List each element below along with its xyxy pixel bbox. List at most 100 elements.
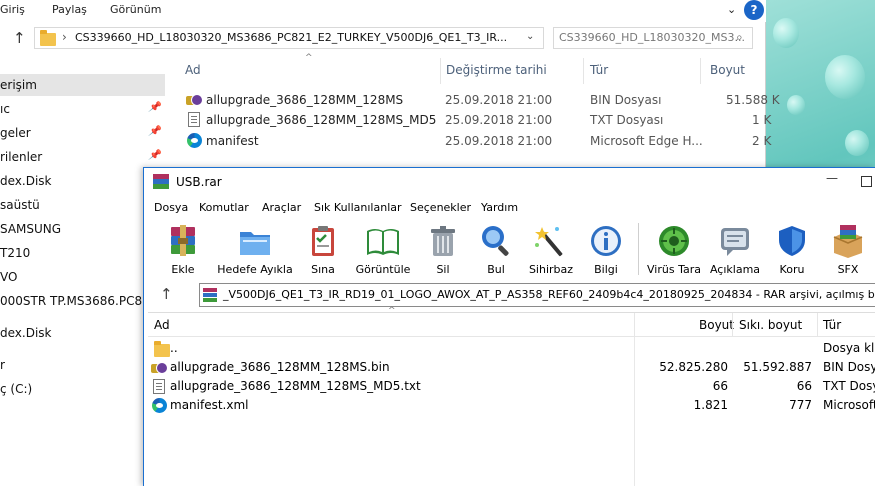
view-button[interactable]: Görüntüle — [350, 219, 416, 279]
wizard-wand-icon — [535, 227, 563, 257]
column-header-row: Ad Boyut Sıkı. boyut Tür — [148, 313, 875, 337]
column-header-name[interactable]: Ad — [154, 318, 170, 332]
menu-options[interactable]: Seçenekler — [410, 201, 471, 214]
column-header-name[interactable]: Ad — [185, 63, 201, 77]
column-header-date[interactable]: Değiştirme tarihi — [446, 63, 547, 77]
sfx-button[interactable]: SFX — [826, 219, 870, 279]
file-name: manifest — [206, 134, 259, 148]
entry-size: 1.821 — [693, 398, 728, 412]
archive-row[interactable]: allupgrade_3686_128MM_128MS.bin 52.825.2… — [148, 358, 875, 377]
nav-item[interactable]: dex.Disk — [0, 170, 165, 192]
tab-view[interactable]: Görünüm — [110, 3, 161, 16]
column-header-type[interactable]: Tür — [823, 318, 841, 332]
comment-button[interactable]: Açıklama — [707, 219, 763, 279]
nav-item[interactable]: saüstü — [0, 194, 165, 216]
wizard-button[interactable]: Sihirbaz — [525, 219, 577, 279]
nav-item[interactable]: ıc 📌 — [0, 98, 165, 120]
tab-share[interactable]: Paylaş — [52, 3, 87, 16]
file-name: allupgrade_3686_128MM_128MS — [206, 93, 404, 107]
edge-icon — [152, 398, 167, 413]
archive-row[interactable]: manifest.xml 1.821 777 Microsoft — [148, 396, 875, 415]
test-button[interactable]: Sına — [303, 219, 343, 279]
file-name: allupgrade_3686_128MM_128MS_MD5 — [206, 113, 437, 127]
pin-icon: 📌 — [148, 102, 161, 113]
virus-scan-button[interactable]: Virüs Tara — [646, 219, 702, 279]
address-path[interactable]: CS339660_HD_L18030320_MS3686_PC821_E2_TU… — [75, 31, 507, 44]
help-button[interactable]: ? — [744, 0, 764, 20]
file-type: BIN Dosyası — [590, 93, 662, 107]
address-bar[interactable]: › CS339660_HD_L18030320_MS3686_PC821_E2_… — [34, 27, 569, 49]
menu-tools[interactable]: Araçlar — [262, 201, 301, 214]
window-title: USB.rar — [176, 175, 222, 189]
water-drop — [825, 55, 865, 99]
water-drop — [845, 130, 869, 156]
ribbon-tabs: Giriş Paylaş Görünüm ⌄ ? — [0, 0, 766, 22]
column-header-size[interactable]: Boyut — [699, 318, 734, 332]
delete-button[interactable]: Sil — [424, 219, 462, 279]
minimize-icon[interactable]: — — [826, 171, 838, 185]
file-date: 25.09.2018 21:00 — [445, 113, 553, 127]
archive-row[interactable]: allupgrade_3686_128MM_128MS_MD5.txt 66 6… — [148, 377, 875, 396]
nav-item[interactable]: VO — [0, 266, 165, 288]
file-row[interactable]: manifest 25.09.2018 21:00 Microsoft Edge… — [182, 131, 771, 151]
folder-icon — [40, 30, 56, 46]
entry-packed-size: 66 — [796, 379, 812, 393]
file-row[interactable]: allupgrade_3686_128MM_128MS_MD5 25.09.20… — [182, 110, 771, 130]
column-header-size[interactable]: Boyut — [710, 63, 745, 77]
test-clipboard-icon — [312, 226, 334, 256]
entry-name: .. — [170, 341, 178, 355]
nav-item[interactable]: dex.Disk — [0, 322, 165, 344]
comment-icon — [721, 228, 749, 256]
column-header-packed[interactable]: Sıkı. boyut — [739, 318, 802, 332]
column-divider[interactable] — [440, 58, 441, 84]
nav-item[interactable]: r — [0, 354, 165, 376]
entry-type: Microsoft — [823, 398, 875, 412]
nav-item[interactable]: geler 📌 — [0, 122, 165, 144]
water-drop — [773, 18, 799, 48]
nav-item[interactable]: SAMSUNG — [0, 218, 165, 240]
menu-help[interactable]: Yardım — [481, 201, 518, 214]
column-divider[interactable] — [634, 313, 635, 337]
nav-item-local-disk[interactable]: ç (C:) — [0, 378, 165, 400]
file-row[interactable]: allupgrade_3686_128MM_128MS 25.09.2018 2… — [182, 90, 780, 110]
archive-path-field[interactable]: _V500DJ6_QE1_T3_IR_RD19_01_LOGO_AWOX_AT_… — [199, 283, 875, 307]
navigation-pane: erişim ıc 📌 geler 📌 rilenler 📌 dex.Disk saü… — [0, 58, 165, 486]
find-magnifier-icon — [482, 226, 509, 256]
archive-row-parent[interactable]: .. Dosya klas — [148, 339, 875, 358]
menu-bar: Dosya Komutlar Araçlar Sık Kullanılanlar… — [144, 197, 875, 219]
nav-item[interactable]: T210 — [0, 242, 165, 264]
address-row: ↑ › CS339660_HD_L18030320_MS3686_PC821_E… — [0, 26, 766, 52]
chevron-down-icon[interactable]: ⌄ — [526, 31, 534, 42]
pin-icon: 📌 — [148, 126, 161, 137]
menu-favorites[interactable]: Sık Kullanılanlar — [314, 201, 402, 214]
column-divider[interactable] — [732, 313, 733, 337]
column-divider[interactable] — [583, 58, 584, 84]
ribbon-collapse-icon[interactable]: ⌄ — [727, 3, 736, 16]
info-button[interactable]: Bilgi — [587, 219, 625, 279]
menu-commands[interactable]: Komutlar — [199, 201, 249, 214]
title-bar[interactable]: USB.rar — — [144, 168, 875, 197]
nav-item-quick-access[interactable]: erişim — [0, 74, 165, 96]
tab-home[interactable]: Giriş — [0, 3, 25, 16]
nav-item[interactable]: rilenler 📌 — [0, 146, 165, 168]
entry-size: 66 — [712, 379, 728, 393]
extract-to-button[interactable]: Hedefe Ayıkla — [215, 219, 295, 279]
column-header-row: Ad Değiştirme tarihi Tür Boyut — [185, 56, 766, 84]
up-arrow-icon[interactable]: ↑ — [13, 29, 26, 47]
archive-path: _V500DJ6_QE1_T3_IR_RD19_01_LOGO_AWOX_AT_… — [223, 288, 875, 301]
menu-file[interactable]: Dosya — [154, 201, 188, 214]
maximize-icon[interactable] — [861, 176, 872, 187]
column-divider[interactable] — [700, 58, 701, 84]
sfx-box-icon — [833, 225, 863, 258]
protect-button[interactable]: Koru — [772, 219, 812, 279]
find-button[interactable]: Bul — [476, 219, 516, 279]
search-icon: ⌕ — [736, 30, 743, 44]
column-divider[interactable] — [817, 313, 818, 337]
search-input[interactable]: CS339660_HD_L18030320_MS3... ⌕ — [553, 27, 753, 49]
chevron-right-icon[interactable]: › — [62, 30, 67, 44]
add-button[interactable]: Ekle — [161, 219, 205, 279]
column-header-type[interactable]: Tür — [590, 63, 608, 77]
entry-type: Dosya klas — [823, 341, 875, 355]
nav-item[interactable]: 000STR TP.MS3686.PC821 — [0, 290, 165, 312]
up-arrow-icon[interactable]: ↑ — [160, 285, 173, 303]
